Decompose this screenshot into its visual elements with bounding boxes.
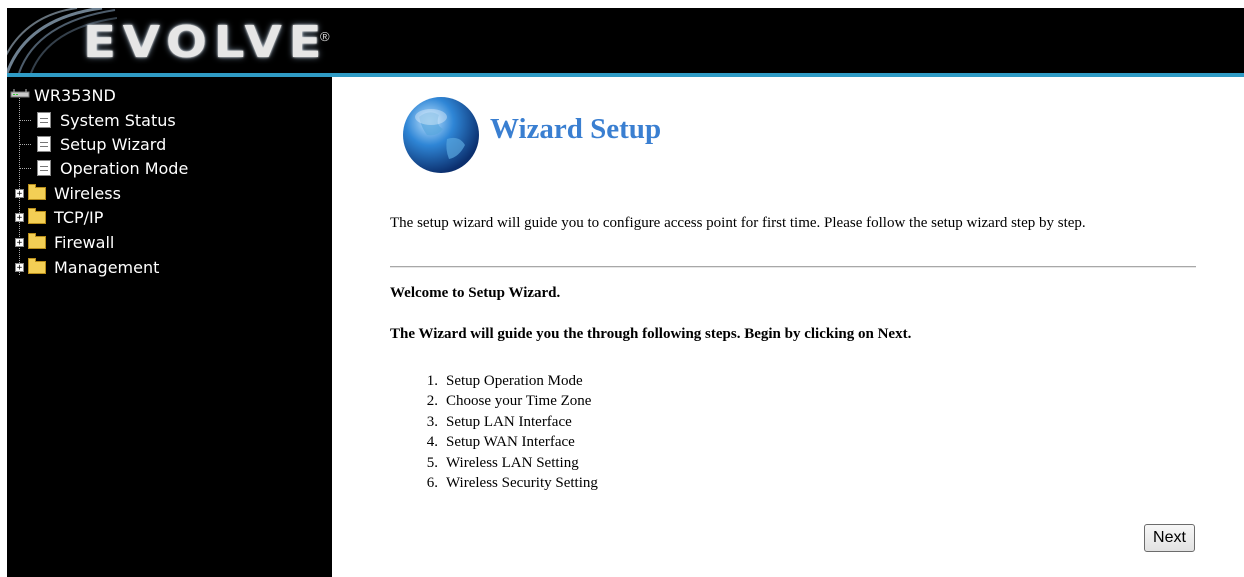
- step-label: Setup WAN Interface: [446, 434, 575, 451]
- sidebar-item-label[interactable]: System Status: [60, 111, 176, 130]
- step-number: 2.: [426, 393, 438, 410]
- globe-icon: [403, 97, 479, 173]
- brand-logo: EVOLVE: [83, 17, 329, 68]
- step-label: Setup Operation Mode: [446, 373, 583, 389]
- guide-text: The Wizard will guide you the through fo…: [390, 326, 912, 342]
- sidebar-item-label[interactable]: Operation Mode: [60, 159, 188, 178]
- sidebar-item-label[interactable]: TCP/IP: [54, 208, 103, 227]
- step-label: Wireless Security Setting: [446, 475, 598, 492]
- header-banner: EVOLVE ®: [7, 8, 1244, 73]
- folder-icon: [28, 207, 46, 224]
- tree-root-label[interactable]: WR353ND: [34, 86, 116, 105]
- wizard-steps-list: 1. Setup Operation Mode 2. Choose your Tim…: [427, 371, 598, 493]
- folder-icon: [28, 183, 46, 200]
- sidebar-item-setup-wizard[interactable]: Setup Wizard: [37, 132, 166, 156]
- step-number: 1.: [426, 373, 438, 389]
- sidebar-item-tcp-ip[interactable]: + TCP/IP: [15, 205, 103, 229]
- expand-plus-icon[interactable]: +: [15, 212, 24, 222]
- page-title: Wizard Setup: [490, 113, 662, 145]
- step-label: Wireless LAN Setting: [446, 454, 579, 471]
- sidebar-nav-tree: WR353ND System Status Setup Wizard Opera…: [7, 77, 332, 577]
- folder-icon: [28, 257, 46, 274]
- list-item: 5. Wireless LAN Setting: [427, 453, 598, 473]
- sidebar-item-system-status[interactable]: System Status: [37, 108, 176, 132]
- step-number: 4.: [426, 434, 438, 451]
- sidebar-item-operation-mode[interactable]: Operation Mode: [37, 156, 188, 180]
- step-label: Choose your Time Zone: [446, 393, 592, 410]
- sidebar-item-label[interactable]: Setup Wizard: [60, 135, 166, 154]
- main-content: Wizard Setup The setup wizard will guide…: [332, 77, 1244, 577]
- sidebar-item-management[interactable]: + Management: [15, 255, 159, 279]
- tree-connector-line: [19, 168, 31, 169]
- tree-connector-line: [19, 120, 31, 121]
- document-icon: [37, 136, 51, 152]
- step-number: 6.: [426, 475, 438, 492]
- sidebar-item-firewall[interactable]: + Firewall: [15, 230, 114, 254]
- list-item: 2. Choose your Time Zone: [427, 391, 598, 411]
- expand-plus-icon[interactable]: +: [15, 262, 24, 272]
- expand-plus-icon[interactable]: +: [15, 188, 24, 198]
- sidebar-item-wireless[interactable]: + Wireless: [15, 181, 121, 205]
- sidebar-item-label[interactable]: Firewall: [54, 233, 114, 252]
- intro-text: The setup wizard will guide you to confi…: [390, 215, 1086, 231]
- document-icon: [37, 160, 51, 176]
- expand-plus-icon[interactable]: +: [15, 237, 24, 247]
- welcome-heading: Welcome to Setup Wizard.: [390, 285, 561, 301]
- list-item: 3. Setup LAN Interface: [427, 412, 598, 432]
- router-icon: [10, 89, 30, 98]
- registered-mark: ®: [320, 29, 330, 44]
- folder-icon: [28, 232, 46, 249]
- sidebar-item-label[interactable]: Wireless: [54, 184, 121, 203]
- list-item: 4. Setup WAN Interface: [427, 432, 598, 452]
- next-button[interactable]: Next: [1144, 524, 1195, 552]
- list-item: 6. Wireless Security Setting: [427, 473, 598, 493]
- divider: [390, 266, 1196, 268]
- document-icon: [37, 112, 51, 128]
- step-label: Setup LAN Interface: [446, 413, 572, 430]
- tree-connector-line: [19, 144, 31, 145]
- step-number: 5.: [426, 454, 438, 471]
- list-item: 1. Setup Operation Mode: [427, 371, 598, 391]
- tree-root-wr353nd[interactable]: WR353ND: [10, 83, 116, 107]
- step-number: 3.: [426, 413, 438, 430]
- sidebar-item-label[interactable]: Management: [54, 258, 159, 277]
